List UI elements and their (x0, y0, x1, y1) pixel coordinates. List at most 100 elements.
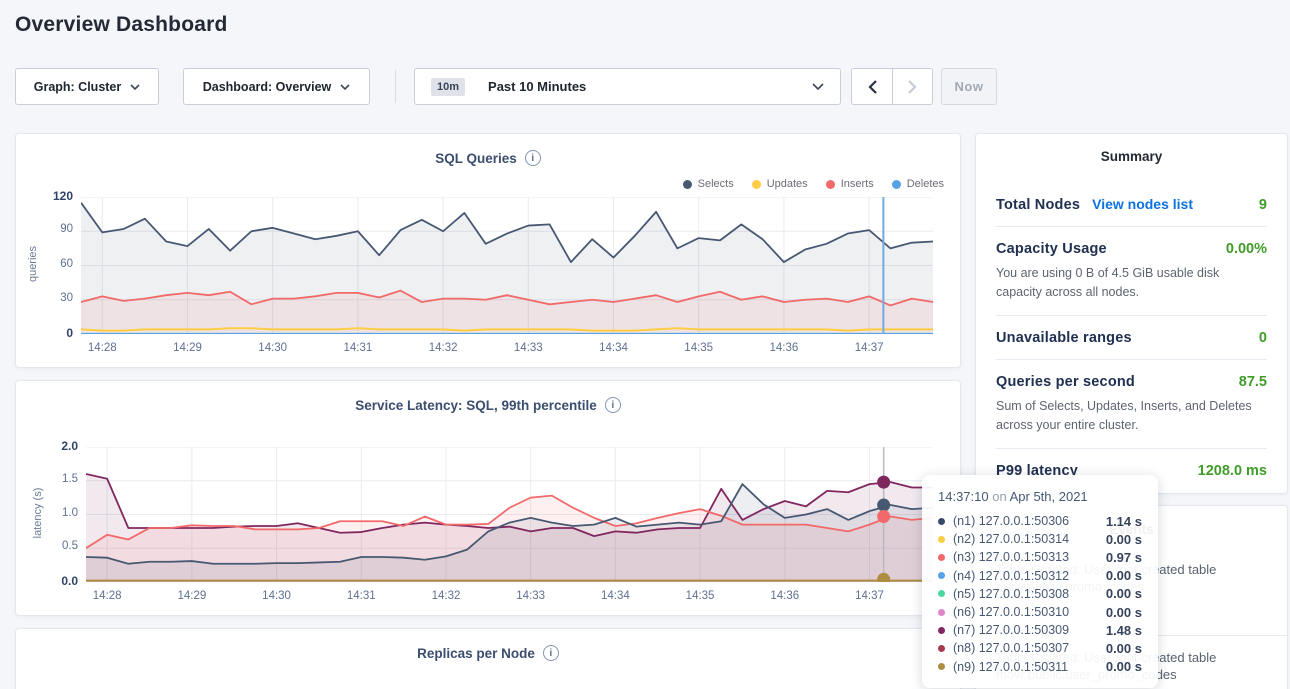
legend-label: Deletes (907, 178, 944, 190)
node-color-dot (938, 663, 945, 670)
hover-dot (877, 510, 890, 523)
legend-swatch (892, 180, 901, 189)
tooltip-node-label: (n7) 127.0.0.1:50309 (953, 623, 1069, 637)
page-title: Overview Dashboard (15, 13, 228, 37)
node-color-dot (938, 590, 945, 597)
time-range-selector[interactable]: 10m Past 10 Minutes (414, 68, 841, 105)
summary-subtext: Sum of Selects, Updates, Inserts, and De… (996, 397, 1267, 435)
x-axis-tick: 14:32 (423, 590, 469, 602)
summary-row: Unavailable ranges0 (996, 315, 1267, 359)
x-axis-tick: 14:29 (169, 590, 215, 602)
x-axis-tick: 14:31 (338, 590, 384, 602)
y-axis-tick: 1.0 (40, 507, 78, 519)
summary-value: 0.00% (1226, 241, 1267, 257)
tooltip-node-label: (n8) 127.0.0.1:50307 (953, 641, 1069, 655)
dashboard-dropdown[interactable]: Dashboard: Overview (183, 68, 370, 105)
tooltip-node-value: 0.00 s (1106, 659, 1142, 674)
x-axis-tick: 14:29 (165, 342, 211, 354)
summary-label: Capacity Usage (996, 241, 1107, 257)
hover-dot (877, 499, 890, 512)
overview-dashboard-page: Overview Dashboard Graph: Cluster Dashbo… (0, 0, 1290, 689)
tooltip-node-value: 0.97 s (1106, 550, 1142, 565)
info-icon[interactable]: i (543, 645, 559, 661)
graph-dropdown-label: Graph: Cluster (34, 80, 122, 94)
tooltip-node-value: 0.00 s (1106, 586, 1142, 601)
legend-label: Inserts (841, 178, 874, 190)
view-nodes-link[interactable]: View nodes list (1092, 196, 1193, 212)
x-axis-tick: 14:33 (508, 590, 554, 602)
y-axis-tick: 1.5 (40, 473, 78, 485)
summary-value: 9 (1259, 197, 1267, 213)
tooltip-row: (n9) 127.0.0.1:50311 0.00 s (938, 658, 1142, 676)
service-latency-chart-plot (86, 447, 933, 587)
tooltip-node-value: 1.48 s (1106, 623, 1142, 638)
service-latency-title: Service Latency: SQL, 99th percentile (355, 398, 597, 413)
service-latency-card: Service Latency: SQL, 99th percentile i … (15, 380, 961, 616)
sql-queries-legend: Selects Updates Inserts Deletes (683, 178, 944, 190)
service-latency-chart[interactable] (86, 447, 933, 582)
tooltip-row: (n6) 127.0.0.1:503100.00 s (938, 603, 1142, 621)
now-button[interactable]: Now (941, 68, 997, 105)
node-color-dot (938, 536, 945, 543)
y-axis-label: queries (27, 234, 39, 294)
summary-row-head: Unavailable ranges0 (996, 330, 1267, 346)
info-icon[interactable]: i (525, 150, 541, 166)
sql-queries-card: SQL Queries i Selects Updates Inserts Delet… (15, 133, 961, 368)
y-axis-tick: 60 (35, 258, 73, 270)
legend-label: Updates (767, 178, 808, 190)
next-time-button[interactable] (892, 69, 932, 104)
info-icon[interactable]: i (605, 397, 621, 413)
legend-item-updates[interactable]: Updates (752, 178, 808, 190)
tooltip-row: (n3) 127.0.0.1:50313 0.97 s (938, 548, 1142, 566)
summary-row: Total Nodes View nodes list 9 (996, 182, 1267, 226)
summary-row: Capacity Usage 0.00% You are using 0 B of … (996, 226, 1267, 315)
summary-title: Summary (976, 149, 1287, 164)
chevron-down-icon (812, 83, 824, 90)
x-axis-tick: 14:33 (505, 342, 551, 354)
chevron-down-icon (340, 84, 350, 90)
sql-queries-title: SQL Queries (435, 151, 517, 166)
tooltip-row: (n2) 127.0.0.1:50314 0.00 s (938, 530, 1142, 548)
y-axis-tick: 2.0 (40, 439, 78, 453)
tooltip-node-label: (n2) 127.0.0.1:50314 (953, 532, 1069, 546)
tooltip-node-value: 0.00 s (1106, 568, 1142, 583)
y-axis-tick: 0.5 (40, 540, 78, 552)
tooltip-timestamp: 14:37:10 on Apr 5th, 2021 (938, 489, 1142, 504)
x-axis-tick: 14:34 (591, 342, 637, 354)
tooltip-node-value: 0.00 s (1106, 605, 1142, 620)
tooltip-node-value: 0.00 s (1106, 641, 1142, 656)
node-color-dot (938, 645, 945, 652)
tooltip-node-value: 0.00 s (1106, 532, 1142, 547)
node-color-dot (938, 572, 945, 579)
y-axis-tick: 120 (35, 189, 73, 203)
summary-subtext: You are using 0 B of 4.5 GiB usable disk… (996, 264, 1267, 302)
legend-swatch (752, 180, 761, 189)
x-axis-tick: 14:37 (846, 590, 892, 602)
node-color-dot (938, 554, 945, 561)
dashboard-dropdown-label: Dashboard: Overview (203, 80, 332, 94)
legend-item-deletes[interactable]: Deletes (892, 178, 944, 190)
legend-item-inserts[interactable]: Inserts (826, 178, 874, 190)
sql-queries-chart[interactable] (81, 197, 933, 334)
summary-panel: Summary Total Nodes View nodes list 9 Capac… (975, 133, 1288, 494)
summary-label: Total Nodes (996, 197, 1080, 213)
graph-dropdown[interactable]: Graph: Cluster (15, 68, 159, 105)
summary-value: 1208.0 ms (1198, 463, 1267, 479)
summary-rows: Total Nodes View nodes list 9 Capacity Usag… (996, 182, 1267, 492)
hover-dot (877, 476, 890, 489)
legend-item-selects[interactable]: Selects (683, 178, 734, 190)
replicas-per-node-title: Replicas per Node (417, 646, 535, 661)
x-axis-tick: 14:37 (846, 342, 892, 354)
x-axis-tick: 14:31 (335, 342, 381, 354)
tooltip-node-label: (n3) 127.0.0.1:50313 (953, 550, 1069, 564)
sql-queries-chart-plot (81, 197, 933, 339)
tooltip-node-label: (n9) 127.0.0.1:50311 (953, 660, 1068, 674)
prev-time-button[interactable] (852, 69, 892, 104)
y-axis-tick: 90 (35, 223, 73, 235)
tooltip-row: (n5) 127.0.0.1:503080.00 s (938, 585, 1142, 603)
x-axis-tick: 14:30 (254, 590, 300, 602)
chevron-left-icon (868, 80, 877, 94)
summary-label: Queries per second (996, 374, 1135, 390)
tooltip-row: (n7) 127.0.0.1:50309 1.48 s (938, 621, 1142, 639)
tooltip-node-label: (n1) 127.0.0.1:50306 (953, 514, 1069, 528)
